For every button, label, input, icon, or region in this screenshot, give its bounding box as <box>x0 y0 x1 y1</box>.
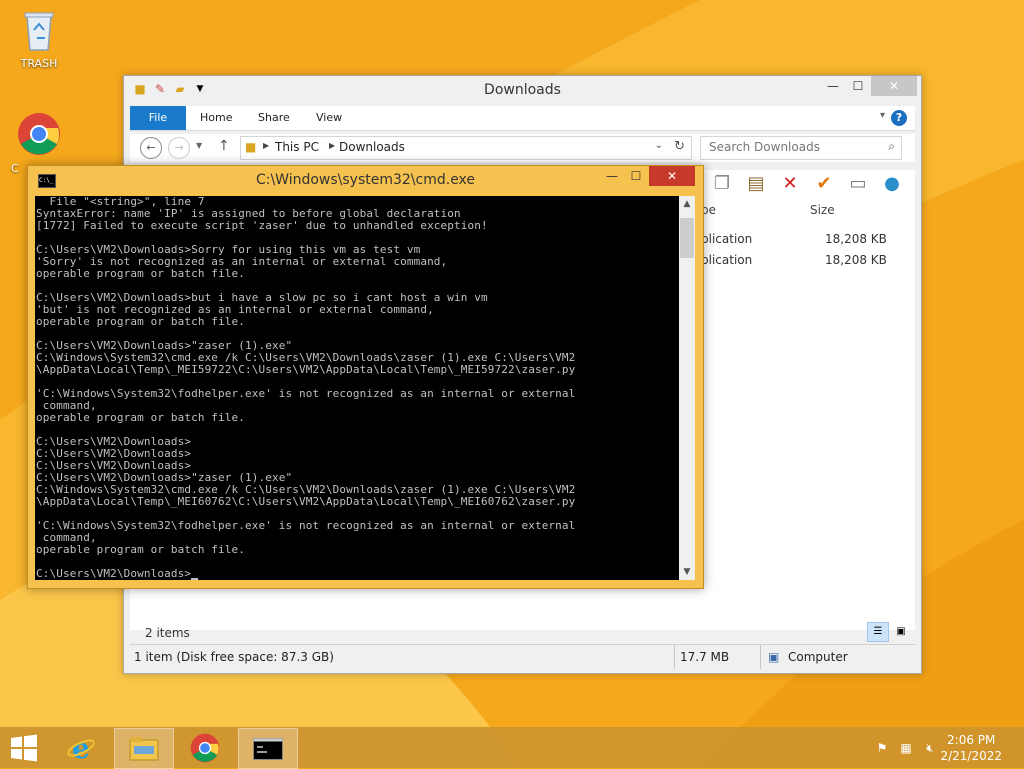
chevron-right-icon: ▶ <box>329 141 336 150</box>
search-placeholder: Search Downloads <box>709 140 820 154</box>
maximize-button[interactable]: ☐ <box>844 76 872 96</box>
search-icon[interactable]: ⌕ <box>888 139 895 154</box>
status-size: 17.7 MB <box>680 650 730 664</box>
computer-icon: ▣ <box>768 650 780 664</box>
svg-text:e: e <box>72 733 90 763</box>
file-size: 18,208 KB <box>825 253 887 267</box>
checkmark-icon[interactable]: ✔ <box>812 172 836 196</box>
maximize-button[interactable]: ☐ <box>622 166 650 186</box>
breadcrumb-downloads[interactable]: Downloads <box>339 140 405 154</box>
address-bar[interactable]: ■ ▶ This PC ▶ Downloads ⌄ ↻ <box>240 136 692 160</box>
clock-date: 2/21/2022 <box>940 749 1002 763</box>
search-input[interactable]: Search Downloads ⌕ <box>700 136 902 160</box>
tab-file[interactable]: File <box>130 106 186 130</box>
scrollbar[interactable]: ▲ ▼ <box>679 196 695 580</box>
large-icons-view-icon[interactable]: ▣ <box>890 622 912 642</box>
desktop-icon-trash[interactable]: TRASH <box>11 8 67 70</box>
chevron-right-icon: ▶ <box>263 141 270 150</box>
desktop-icon-chrome[interactable]: C <box>11 112 67 175</box>
breadcrumb-this-pc[interactable]: This PC <box>275 140 319 154</box>
chevron-down-icon[interactable]: ⌄ <box>655 140 663 151</box>
cmd-icon <box>253 738 283 760</box>
volume-muted-icon[interactable]: 🔇︎ <box>922 740 938 756</box>
details-view-icon[interactable]: ☰ <box>867 622 889 642</box>
chrome-icon <box>18 113 60 155</box>
tab-share[interactable]: Share <box>258 106 290 130</box>
column-header-size[interactable]: Size <box>810 203 835 217</box>
close-button[interactable]: ✕ <box>871 76 917 96</box>
copy-icon[interactable]: ❐ <box>710 172 734 196</box>
status-divider <box>674 645 675 669</box>
scroll-down-icon[interactable]: ▼ <box>679 564 695 580</box>
help-icon[interactable]: ? <box>891 110 907 126</box>
console-output[interactable]: File "<string>", line 7 SyntaxError: nam… <box>35 196 679 580</box>
globe-icon[interactable]: ● <box>880 172 904 196</box>
clock-time: 2:06 PM <box>947 733 996 747</box>
status-bar: 1 item (Disk free space: 87.3 GB) 17.7 M… <box>130 644 915 669</box>
refresh-icon[interactable]: ↻ <box>674 139 685 154</box>
taskbar-file-explorer[interactable] <box>114 728 174 769</box>
file-explorer-icon <box>129 737 159 761</box>
tab-home[interactable]: Home <box>200 106 232 130</box>
taskbar-internet-explorer[interactable]: e <box>52 728 110 767</box>
desktop-icon-label: TRASH <box>20 57 58 70</box>
desktop-icon-label: C <box>11 162 19 175</box>
taskbar-cmd[interactable] <box>238 728 298 769</box>
console-text: File "<string>", line 7 SyntaxError: nam… <box>36 196 576 580</box>
tab-view[interactable]: View <box>316 106 342 130</box>
file-size: 18,208 KB <box>825 232 887 246</box>
items-count: 2 items <box>145 626 190 640</box>
file-type: plication <box>701 253 753 267</box>
scrollbar-thumb[interactable] <box>680 218 694 258</box>
cmd-window[interactable]: C:\_ C:\Windows\system32\cmd.exe — ☐ ✕ F… <box>27 165 704 589</box>
action-center-flag-icon[interactable]: ⚑ <box>874 740 890 756</box>
chrome-icon <box>190 733 220 763</box>
text-cursor <box>191 578 199 580</box>
close-button[interactable]: ✕ <box>649 166 695 186</box>
forward-button[interactable]: → <box>168 137 190 159</box>
clock[interactable]: 2:06 PM 2/21/2022 <box>940 732 1002 764</box>
folder-icon: ■ <box>245 140 257 154</box>
taskbar-chrome[interactable] <box>176 728 234 767</box>
minimize-button[interactable]: — <box>819 76 847 96</box>
chevron-down-icon[interactable]: ▾ <box>880 110 885 121</box>
scroll-up-icon[interactable]: ▲ <box>679 196 695 212</box>
taskbar: e ⚑ ▦ 🔇︎ 2:06 PM 2/21/2022 <box>0 727 1024 769</box>
rename-icon[interactable]: ▭ <box>846 172 870 196</box>
status-selection: 1 item (Disk free space: 87.3 GB) <box>134 650 334 664</box>
up-arrow-icon[interactable]: ↑ <box>218 138 230 154</box>
delete-icon[interactable]: ✕ <box>778 172 802 196</box>
file-type: plication <box>701 232 753 246</box>
status-location: Computer <box>788 650 848 664</box>
command-icons: ❐ ▤ ✕ ✔ ▭ ● <box>710 172 904 196</box>
start-button[interactable] <box>0 728 48 767</box>
recycle-bin-icon <box>24 12 54 51</box>
paste-icon[interactable]: ▤ <box>744 172 768 196</box>
network-icon[interactable]: ▦ <box>898 740 914 756</box>
explorer-titlebar[interactable]: ■ ✎ ▰ ▼ Downloads — ☐ ✕ <box>124 76 921 104</box>
recent-locations-icon[interactable]: ▼ <box>196 141 202 150</box>
back-button[interactable]: ← <box>140 137 162 159</box>
ribbon-tabs: File Home Share View ▾ ? <box>130 106 915 131</box>
internet-explorer-icon: e <box>67 732 95 765</box>
window-title: Downloads <box>484 82 561 98</box>
status-divider <box>760 645 761 669</box>
address-row: ← → ▼ ↑ ■ ▶ This PC ▶ Downloads ⌄ ↻ Sear… <box>130 134 915 162</box>
start-icon <box>11 734 37 762</box>
